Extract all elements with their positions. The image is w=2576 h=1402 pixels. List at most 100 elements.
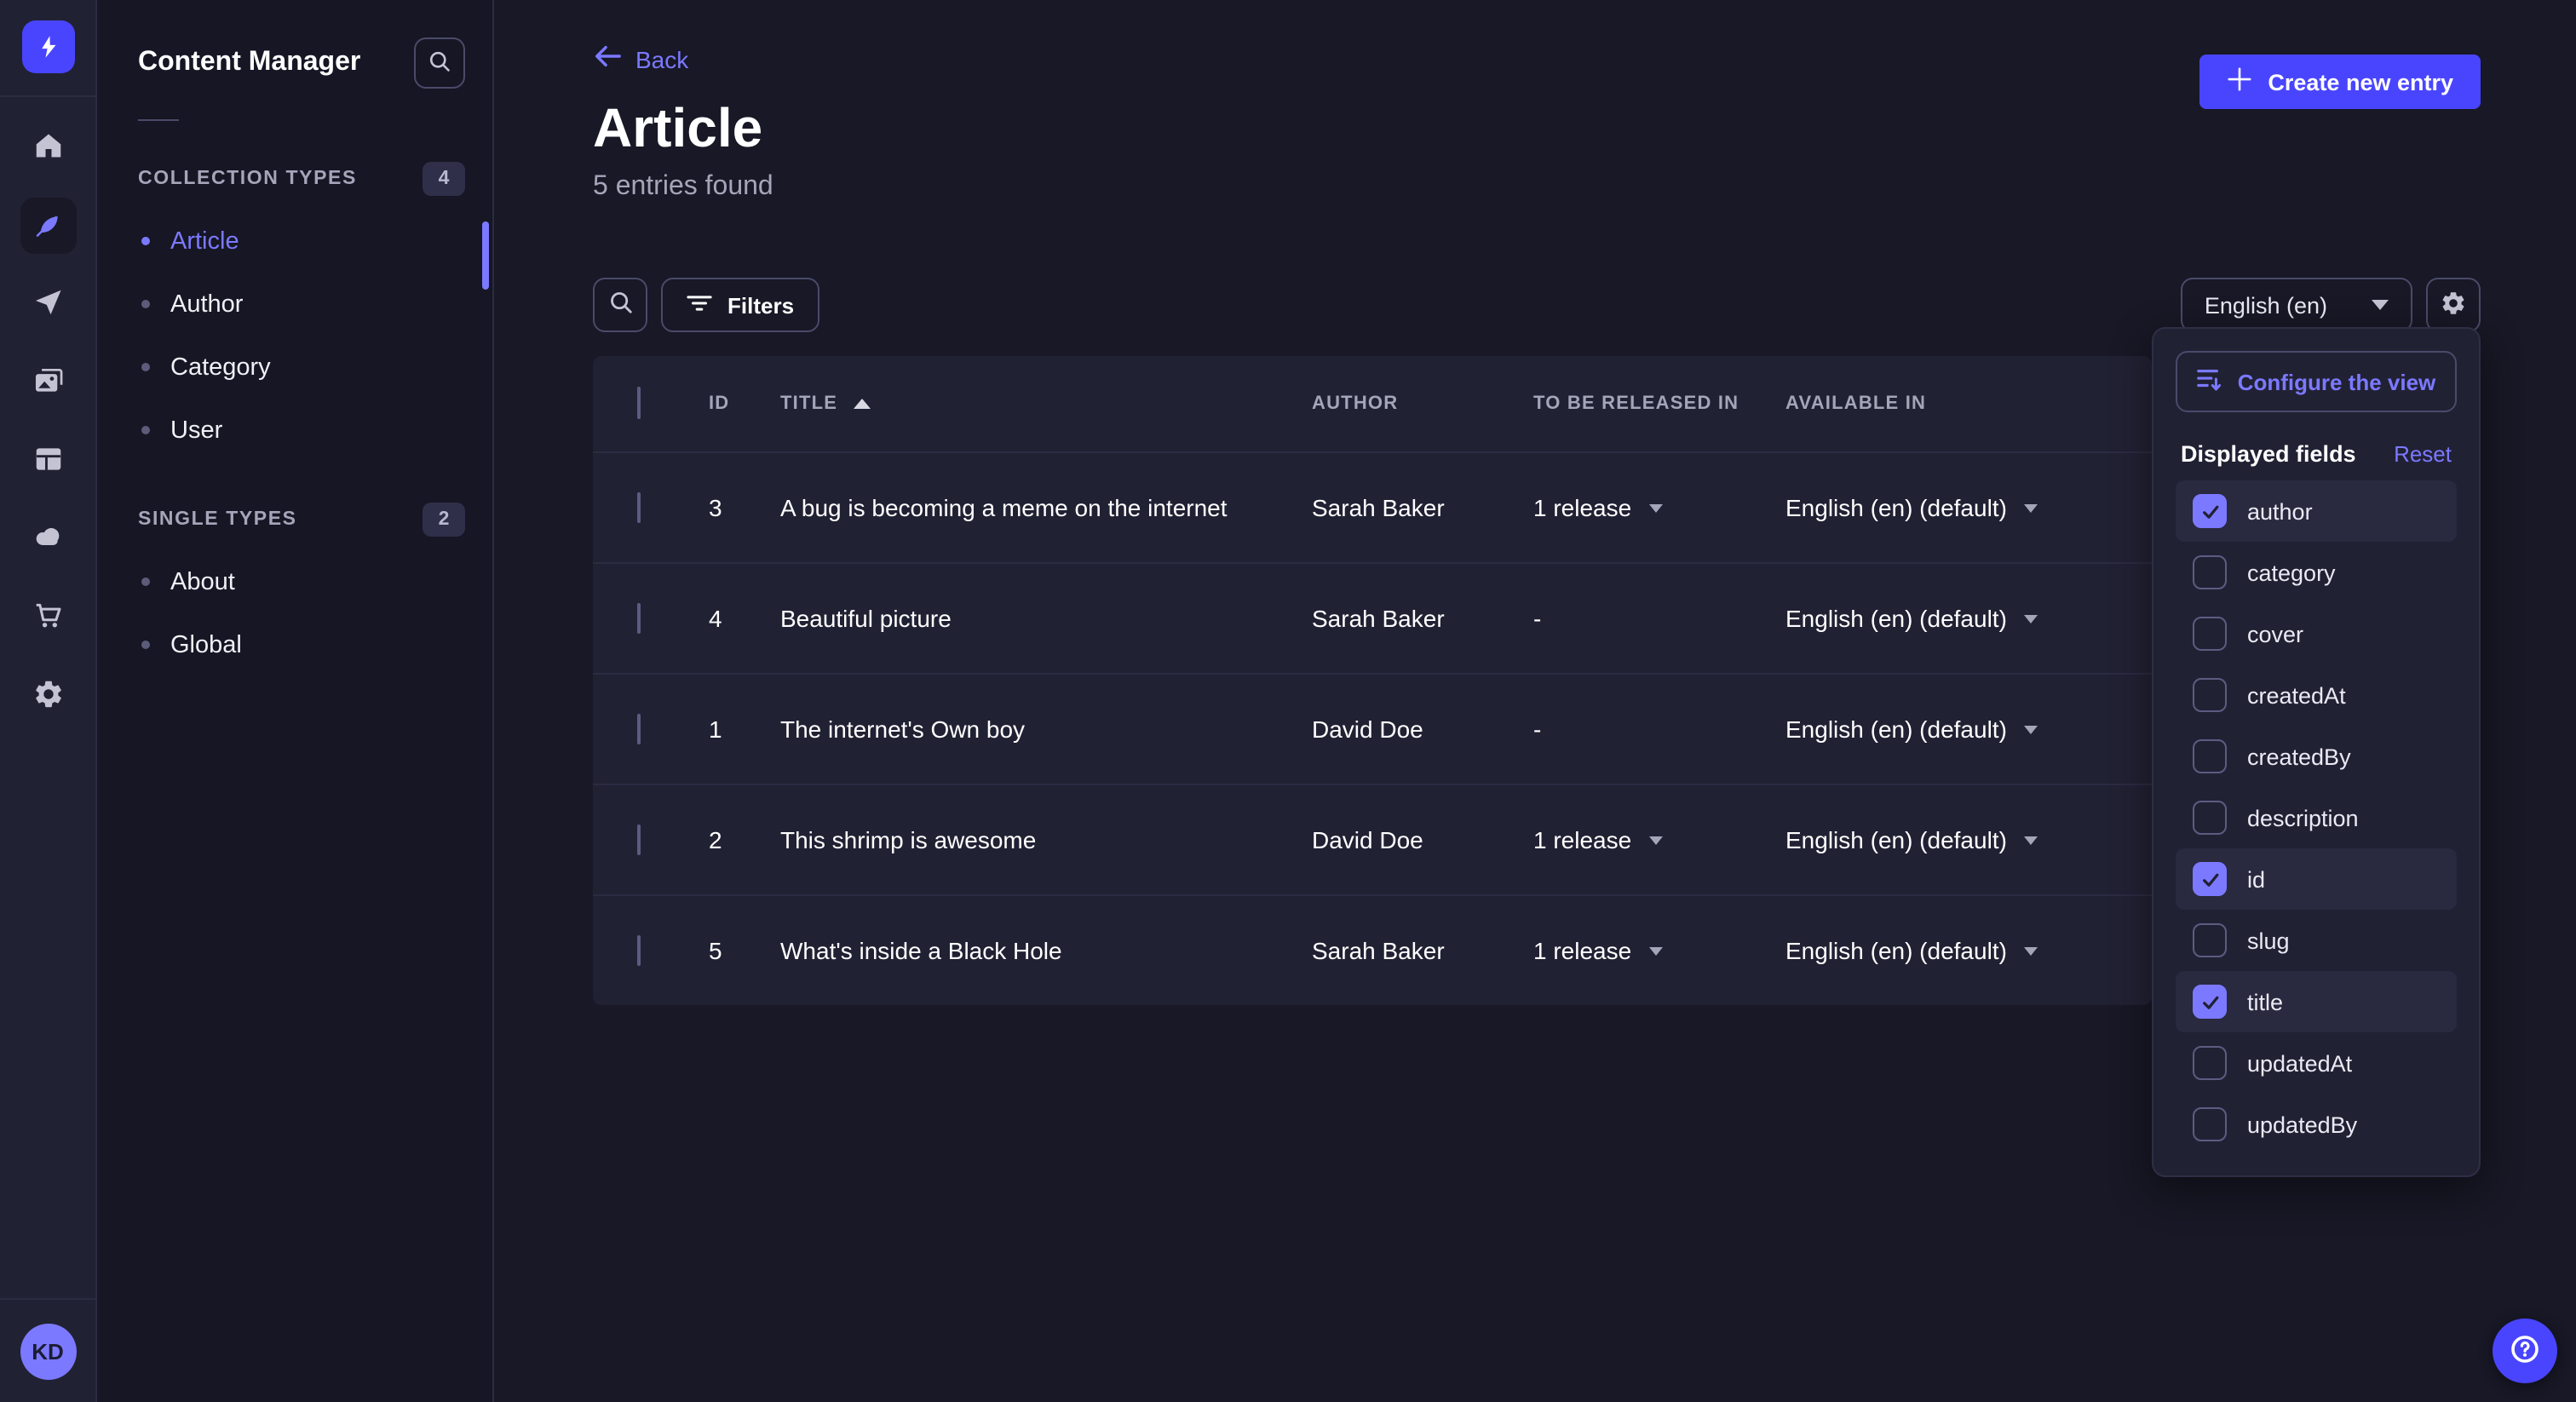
field-option-cover[interactable]: cover — [2176, 603, 2457, 664]
subnav-item-article[interactable]: Article — [97, 210, 492, 273]
cell-author: Sarah Baker — [1312, 937, 1533, 964]
chevron-down-icon — [1648, 946, 1662, 955]
checkbox-checked-icon[interactable] — [2193, 494, 2227, 528]
field-option-updatedAt[interactable]: updatedAt — [2176, 1032, 2457, 1094]
locale-dropdown[interactable]: English (en) — [2181, 278, 2412, 332]
subnav-item-user[interactable]: User — [97, 399, 492, 462]
nav-marketplace-button[interactable] — [20, 589, 76, 646]
checkbox-icon[interactable] — [2193, 678, 2227, 712]
table-row[interactable]: 5 What's inside a Black Hole Sarah Baker… — [593, 894, 2152, 1005]
strapi-logo[interactable] — [21, 20, 74, 73]
chevron-down-icon — [2024, 725, 2038, 733]
feather-icon — [32, 207, 64, 244]
checkbox-checked-icon[interactable] — [2193, 985, 2227, 1019]
configure-list-icon — [2197, 366, 2222, 397]
column-header-title[interactable]: TITLE — [780, 394, 1312, 414]
nav-releases-button[interactable] — [20, 276, 76, 332]
entries-count: 5 entries found — [593, 172, 2481, 203]
search-icon — [428, 49, 451, 78]
chevron-down-icon — [2024, 946, 2038, 955]
subnav-item-global[interactable]: Global — [97, 613, 492, 676]
single-types-section: SINGLE TYPES 2 About Global — [97, 499, 492, 676]
field-option-updatedBy[interactable]: updatedBy — [2176, 1094, 2457, 1155]
cell-released[interactable]: 1 release — [1533, 494, 1785, 521]
checkbox-icon[interactable] — [2193, 1046, 2227, 1080]
create-new-entry-button[interactable]: Create new entry — [2199, 55, 2481, 109]
view-settings-popover: Configure the view Displayed fields Rese… — [2152, 327, 2481, 1177]
view-settings-button[interactable] — [2426, 278, 2481, 332]
strapi-admin-app: KD Content Manager COLLECTION TYPES 4 Ar… — [0, 0, 2576, 1402]
field-option-createdBy[interactable]: createdBy — [2176, 726, 2457, 787]
column-header-released[interactable]: TO BE RELEASED IN — [1533, 394, 1785, 414]
table-row[interactable]: 4 Beautiful picture Sarah Baker - Englis… — [593, 562, 2152, 673]
row-checkbox[interactable] — [637, 825, 641, 855]
cell-available[interactable]: English (en) (default) — [1785, 937, 2152, 964]
nav-content-manager-button[interactable] — [20, 198, 76, 254]
select-all-checkbox[interactable] — [637, 387, 641, 419]
cell-author: David Doe — [1312, 715, 1533, 743]
checkbox-icon[interactable] — [2193, 555, 2227, 589]
cell-id: 1 — [709, 715, 780, 743]
table-search-button[interactable] — [593, 278, 647, 332]
nav-content-type-builder-button[interactable] — [20, 433, 76, 489]
subnav-item-category[interactable]: Category — [97, 336, 492, 399]
collection-types-label: COLLECTION TYPES — [138, 169, 357, 189]
checkbox-icon[interactable] — [2193, 801, 2227, 835]
single-types-label: SINGLE TYPES — [138, 509, 297, 530]
row-checkbox[interactable] — [637, 714, 641, 744]
configure-view-button[interactable]: Configure the view — [2176, 351, 2457, 412]
home-icon — [32, 129, 64, 166]
field-option-id[interactable]: id — [2176, 848, 2457, 910]
cell-title: A bug is becoming a meme on the internet — [780, 494, 1312, 521]
nav-media-library-button[interactable] — [20, 354, 76, 411]
row-checkbox[interactable] — [637, 603, 641, 634]
row-checkbox[interactable] — [637, 935, 641, 966]
bullet-icon — [141, 641, 150, 649]
reset-link[interactable]: Reset — [2394, 441, 2452, 467]
cell-id: 5 — [709, 937, 780, 964]
cell-released[interactable]: 1 release — [1533, 826, 1785, 853]
filters-button[interactable]: Filters — [661, 278, 819, 332]
cell-available[interactable]: English (en) (default) — [1785, 494, 2152, 521]
cell-id: 4 — [709, 605, 780, 632]
layout-icon — [32, 442, 64, 480]
field-option-category[interactable]: category — [2176, 542, 2457, 603]
column-header-available[interactable]: AVAILABLE IN — [1785, 394, 2152, 414]
subnav-search-button[interactable] — [414, 37, 465, 89]
checkbox-checked-icon[interactable] — [2193, 862, 2227, 896]
column-header-author[interactable]: AUTHOR — [1312, 394, 1533, 414]
plus-icon — [2227, 66, 2252, 97]
field-option-slug[interactable]: slug — [2176, 910, 2457, 971]
table-row[interactable]: 2 This shrimp is awesome David Doe 1 rel… — [593, 784, 2152, 894]
field-option-description[interactable]: description — [2176, 787, 2457, 848]
nav-home-button[interactable] — [20, 119, 76, 175]
checkbox-icon[interactable] — [2193, 739, 2227, 773]
row-checkbox[interactable] — [637, 492, 641, 523]
field-option-author[interactable]: author — [2176, 480, 2457, 542]
page-title: Article — [593, 101, 2481, 155]
nav-deploy-button[interactable] — [20, 511, 76, 567]
cell-available[interactable]: English (en) (default) — [1785, 715, 2152, 743]
list-toolbar: Filters English (en) — [593, 278, 2481, 332]
help-button[interactable] — [2493, 1319, 2557, 1383]
cell-released[interactable]: 1 release — [1533, 937, 1785, 964]
cell-available[interactable]: English (en) (default) — [1785, 605, 2152, 632]
subnav-item-about[interactable]: About — [97, 550, 492, 613]
checkbox-icon[interactable] — [2193, 1107, 2227, 1141]
back-link[interactable]: Back — [593, 44, 688, 73]
user-avatar[interactable]: KD — [20, 1324, 76, 1380]
checkbox-icon[interactable] — [2193, 617, 2227, 651]
images-icon — [32, 364, 64, 401]
field-option-createdAt[interactable]: createdAt — [2176, 664, 2457, 726]
cart-icon — [32, 599, 64, 636]
table-row[interactable]: 3 A bug is becoming a meme on the intern… — [593, 451, 2152, 562]
gear-icon — [2440, 289, 2467, 321]
cell-available[interactable]: English (en) (default) — [1785, 826, 2152, 853]
nav-settings-button[interactable] — [20, 668, 76, 724]
column-header-id[interactable]: ID — [709, 394, 780, 414]
table-row[interactable]: 1 The internet's Own boy David Doe - Eng… — [593, 673, 2152, 784]
subnav-item-author[interactable]: Author — [97, 273, 492, 336]
subnav-scrollbar-thumb[interactable] — [482, 221, 489, 290]
field-option-title[interactable]: title — [2176, 971, 2457, 1032]
checkbox-icon[interactable] — [2193, 923, 2227, 957]
